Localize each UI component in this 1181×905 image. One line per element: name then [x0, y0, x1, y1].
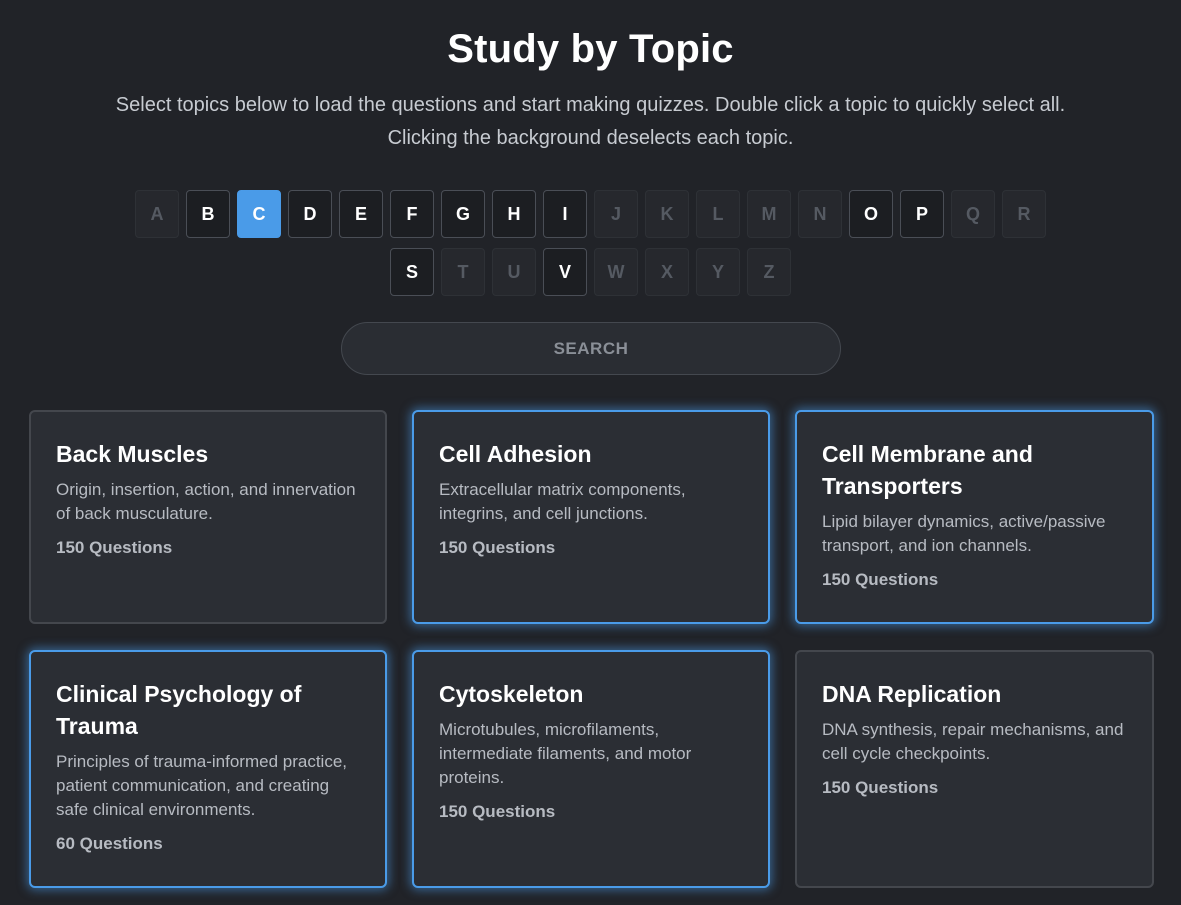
topic-card[interactable]: Clinical Psychology of Trauma Principles … — [29, 650, 387, 888]
topic-description: Extracellular matrix components, integri… — [439, 480, 686, 523]
topic-question-count: 150 Questions — [822, 778, 939, 797]
letter-filter-f[interactable]: F — [390, 190, 434, 238]
topic-title: Back Muscles — [56, 441, 209, 467]
letter-filter-h[interactable]: H — [492, 190, 536, 238]
topic-question-count: 150 Questions — [822, 570, 939, 589]
topic-question-count: 150 Questions — [439, 802, 556, 821]
letter-filter-s[interactable]: S — [390, 248, 434, 296]
topic-description: Lipid bilayer dynamics, active/passive t… — [822, 512, 1106, 555]
letter-filter-l: L — [696, 190, 740, 238]
letter-filter-q: Q — [951, 190, 995, 238]
letter-filter-g[interactable]: G — [441, 190, 485, 238]
letter-filter-b[interactable]: B — [186, 190, 230, 238]
letter-filter-c[interactable]: C — [237, 190, 281, 238]
alphabet-filter: ABCDEFGHIJKLMNOPQR STUVWXYZ — [0, 190, 1181, 296]
topic-title: DNA Replication — [822, 681, 1002, 707]
letter-filter-z: Z — [747, 248, 791, 296]
topic-card[interactable]: Cell Membrane and Transporters Lipid bila… — [795, 410, 1154, 624]
letter-filter-m: M — [747, 190, 791, 238]
letter-filter-j: J — [594, 190, 638, 238]
topic-description: Microtubules, microfilaments, intermedia… — [439, 720, 692, 787]
letter-filter-w: W — [594, 248, 638, 296]
page-title: Study by Topic — [447, 27, 734, 71]
topic-card[interactable]: Back Muscles Origin, insertion, action, a… — [29, 410, 387, 624]
topic-question-count: 150 Questions — [56, 538, 173, 557]
letter-filter-d[interactable]: D — [288, 190, 332, 238]
letter-filter-i[interactable]: I — [543, 190, 587, 238]
page-subtitle: Select topics below to load the question… — [115, 94, 1066, 149]
alphabet-row-2: STUVWXYZ — [390, 248, 791, 296]
topic-description: Principles of trauma-informed practice, … — [56, 752, 348, 819]
letter-filter-u: U — [492, 248, 536, 296]
topic-card[interactable]: Cytoskeleton Microtubules, microfilaments… — [412, 650, 770, 888]
letter-filter-a: A — [135, 190, 179, 238]
topic-description: Origin, insertion, action, and innervati… — [56, 480, 356, 523]
topic-title: Cell Adhesion — [439, 441, 592, 467]
topic-question-count: 60 Questions — [56, 834, 163, 853]
letter-filter-r: R — [1002, 190, 1046, 238]
letter-filter-o[interactable]: O — [849, 190, 893, 238]
topic-question-count: 150 Questions — [439, 538, 556, 557]
letter-filter-x: X — [645, 248, 689, 296]
topic-card[interactable]: DNA Replication DNA synthesis, repair mec… — [795, 650, 1154, 888]
topic-title: Cytoskeleton — [439, 681, 584, 707]
letter-filter-y: Y — [696, 248, 740, 296]
topic-description: DNA synthesis, repair mechanisms, and ce… — [822, 720, 1124, 763]
search-box[interactable] — [341, 322, 841, 375]
letter-filter-t: T — [441, 248, 485, 296]
topic-title: Clinical Psychology of Trauma — [56, 681, 302, 739]
topic-grid: Back Muscles Origin, insertion, action, a… — [29, 410, 1154, 888]
letter-filter-n: N — [798, 190, 842, 238]
topic-title: Cell Membrane and Transporters — [822, 441, 1033, 499]
search-input[interactable] — [364, 337, 818, 360]
letter-filter-p[interactable]: P — [900, 190, 944, 238]
letter-filter-v[interactable]: V — [543, 248, 587, 296]
alphabet-row-1: ABCDEFGHIJKLMNOPQR — [135, 190, 1046, 238]
letter-filter-e[interactable]: E — [339, 190, 383, 238]
study-by-topic-page[interactable]: Study by Topic Select topics below to lo… — [0, 0, 1181, 905]
letter-filter-k: K — [645, 190, 689, 238]
topic-card[interactable]: Cell Adhesion Extracellular matrix compon… — [412, 410, 770, 624]
